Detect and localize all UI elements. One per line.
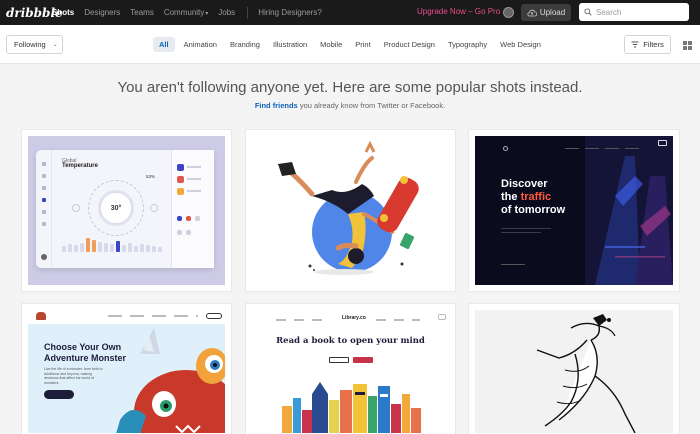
books-illustration — [282, 382, 421, 433]
shot-card[interactable]: Global Temperature 53% 30° — [22, 130, 231, 291]
tab-animation[interactable]: Animation — [184, 37, 217, 52]
library-brand: Library.co — [342, 315, 366, 321]
mock-nav-left — [276, 319, 326, 321]
find-friends-rest: you already know from Twitter or Faceboo… — [297, 101, 446, 110]
notifications-avatar[interactable] — [503, 7, 514, 18]
dial-plus — [150, 204, 158, 212]
nav-jobs[interactable]: Jobs — [218, 8, 235, 17]
hero-text: Discover the traffic of tomorrow — [501, 178, 565, 217]
shot-thumbnail[interactable] — [252, 136, 449, 285]
mock-nav — [108, 315, 198, 317]
mock-button-outline — [329, 357, 349, 363]
shot-thumbnail[interactable]: Choose Your Own Adventure Monster Live t… — [28, 310, 225, 433]
nav-links: Shots Designers Teams Community▾ Jobs Hi… — [52, 6, 332, 19]
hero-line-3: of tomorrow — [501, 204, 566, 216]
search-icon — [584, 8, 592, 16]
tab-print[interactable]: Print — [355, 37, 370, 52]
tab-branding[interactable]: Branding — [230, 37, 260, 52]
search-input[interactable] — [596, 7, 681, 17]
logo-dot — [503, 146, 508, 151]
shot-thumbnail[interactable]: Global Temperature 53% 30° — [28, 136, 225, 285]
monster-cta — [44, 390, 74, 399]
nav-designers[interactable]: Designers — [84, 8, 120, 17]
find-friends-link[interactable]: Find friends — [255, 101, 298, 110]
upload-label: Upload — [539, 8, 566, 17]
line-art-illustration — [536, 314, 636, 433]
monster-paragraph: Live the life of a monster, from birth t… — [44, 367, 103, 385]
mock-button-filled — [353, 357, 373, 363]
video-badge-icon — [658, 140, 667, 146]
find-friends-text: Find friends you already know from Twitt… — [0, 101, 700, 110]
tab-illustration[interactable]: Illustration — [273, 37, 307, 52]
cloud-upload-icon — [527, 9, 537, 16]
following-label: Following — [14, 40, 46, 49]
dashboard-mockup: Global Temperature 53% 30° — [36, 150, 214, 268]
category-tabs: All Animation Branding Illustration Mobi… — [153, 37, 554, 52]
mock-nav-right — [376, 319, 420, 321]
top-nav: dribbble Shots Designers Teams Community… — [0, 0, 700, 25]
following-dropdown[interactable]: Following ⌄ — [6, 35, 63, 54]
tab-typography[interactable]: Typography — [448, 37, 487, 52]
tab-mobile[interactable]: Mobile — [320, 37, 342, 52]
temperature-dial: 30° — [98, 190, 134, 226]
monster-logo — [36, 312, 46, 320]
nav-shots[interactable]: Shots — [52, 8, 74, 17]
upgrade-pro-link[interactable]: Upgrade Now – Go Pro — [417, 7, 500, 16]
dashboard-sidebar — [36, 150, 52, 268]
dial-minus — [72, 204, 80, 212]
shot-card[interactable] — [246, 130, 455, 291]
hero-accent: traffic — [520, 191, 552, 203]
upload-button[interactable]: Upload — [521, 4, 571, 21]
empty-following-headline: You aren't following anyone yet. Here ar… — [117, 79, 583, 96]
chevron-down-icon: ▾ — [205, 11, 209, 17]
nav-community[interactable]: Community▾ — [164, 8, 208, 17]
nav-divider — [247, 6, 249, 19]
tab-all[interactable]: All — [153, 37, 175, 52]
filter-icon — [631, 41, 639, 48]
dashboard-panel — [171, 150, 214, 268]
search-box[interactable] — [579, 3, 689, 21]
shot-card[interactable]: Discover the traffic of tomorrow — [469, 130, 679, 291]
skater-illustration — [278, 140, 419, 275]
monster-headline-2: Adventure Monster — [44, 353, 127, 363]
hero-line-1: Discover — [501, 178, 548, 190]
monster-headline: Choose Your Own Adventure Monster — [44, 342, 126, 364]
hero-line-2a: the — [501, 191, 521, 203]
tab-product-design[interactable]: Product Design — [384, 37, 435, 52]
monster-illustration — [116, 328, 225, 433]
shot-thumbnail[interactable]: Discover the traffic of tomorrow — [475, 136, 673, 285]
nav-hiring-designers[interactable]: Hiring Designers? — [258, 8, 322, 17]
grid-view-icon[interactable] — [683, 41, 692, 50]
chevron-down-icon: ⌄ — [52, 42, 58, 48]
dashboard-percent: 53% — [146, 174, 156, 179]
tab-web-design[interactable]: Web Design — [500, 37, 541, 52]
monster-headline-1: Choose Your Own — [44, 342, 122, 352]
shot-thumbnail[interactable] — [475, 310, 673, 433]
shot-card[interactable]: Choose Your Own Adventure Monster Live t… — [22, 304, 231, 434]
shot-thumbnail[interactable]: Library.co Read a book to open your mind — [252, 310, 449, 433]
nav-teams[interactable]: Teams — [130, 8, 154, 17]
mock-nav-button — [206, 313, 222, 319]
dribbble-logo[interactable]: dribbble — [6, 6, 63, 20]
shot-card[interactable] — [469, 304, 679, 434]
nav-community-label: Community — [163, 8, 205, 17]
filters-button[interactable]: Filters — [624, 35, 671, 54]
library-headline: Read a book to open your mind — [276, 336, 425, 346]
filters-label: Filters — [643, 40, 664, 49]
mock-menu-badge — [438, 314, 446, 320]
shot-card[interactable]: Library.co Read a book to open your mind — [246, 304, 455, 434]
dashboard-title: Temperature — [62, 163, 98, 169]
filter-bar: Following ⌄ All Animation Branding Illus… — [0, 25, 700, 64]
